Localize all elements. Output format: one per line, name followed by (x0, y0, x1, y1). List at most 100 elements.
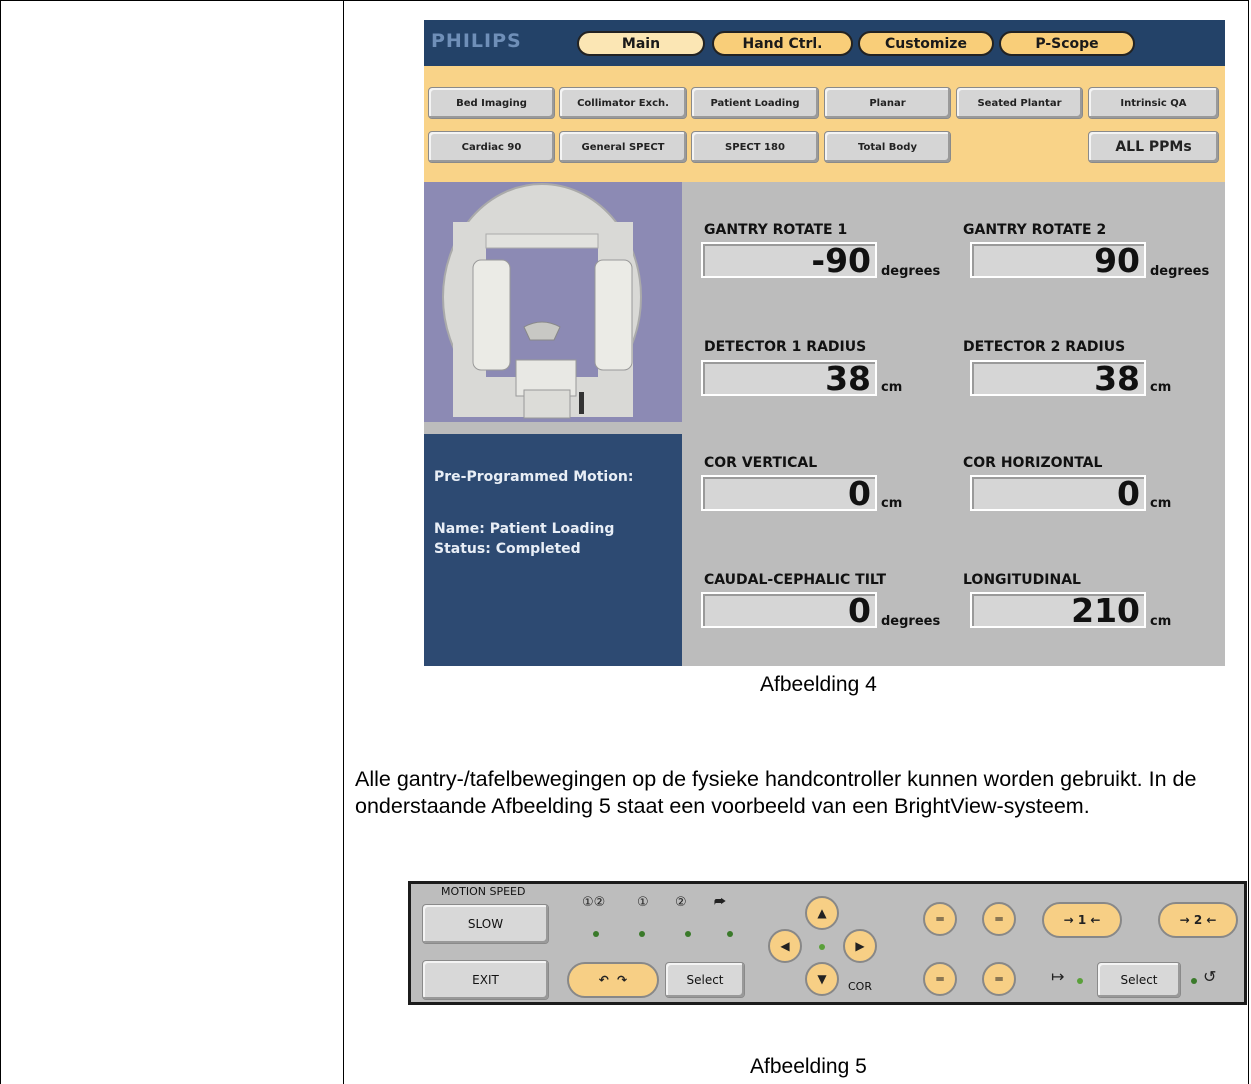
rotate-icon: ↶ ↷ (598, 973, 628, 987)
field-unit: cm (881, 380, 903, 395)
ppm-button-collimator-exch[interactable]: Collimator Exch. (559, 87, 687, 119)
caption-figure-4: Afbeelding 4 (760, 673, 877, 696)
select-button-1[interactable]: Select (665, 962, 745, 998)
rotate-back-icon: ↺ (1203, 967, 1217, 986)
led-indicator (819, 944, 825, 950)
led-indicator (685, 931, 691, 937)
select-button-2[interactable]: Select (1097, 962, 1181, 998)
field-unit: degrees (1150, 264, 1210, 279)
table-in-button[interactable]: ═ (982, 902, 1016, 936)
ppm-button-zone: Bed Imaging Collimator Exch. Patient Loa… (424, 66, 1225, 182)
detector-1-icon[interactable]: ① (637, 895, 649, 910)
led-indicator (727, 931, 733, 937)
table-icon[interactable]: ⮫ (714, 895, 726, 910)
detector-1-label: 1 (1077, 913, 1087, 927)
gantry-illustration (442, 183, 642, 419)
table-out-icon: ═ (995, 972, 1003, 986)
arrows-out-icon: ← (1090, 913, 1101, 927)
rotate-button[interactable]: ↶ ↷ (567, 962, 659, 998)
all-ppms-button[interactable]: ALL PPMs (1088, 131, 1219, 163)
field-value: 0 (1117, 474, 1140, 513)
body-paragraph: Alle gantry-/tafelbewegingen op de fysie… (355, 767, 1197, 818)
ppm-button-bed-imaging[interactable]: Bed Imaging (428, 87, 555, 119)
ppm-button-spect-180[interactable]: SPECT 180 (691, 131, 819, 163)
ppm-button-seated-plantar[interactable]: Seated Plantar (956, 87, 1083, 119)
detector-2-icon[interactable]: ② (675, 895, 687, 910)
arrows-in-icon: → (1063, 913, 1074, 927)
ppm-name: Name: Patient Loading (434, 521, 615, 537)
arrow-down-icon: ▼ (817, 972, 827, 986)
ppm-button-total-body[interactable]: Total Body (824, 131, 951, 163)
detector-1-2-icon[interactable]: ①② (582, 895, 605, 910)
arrow-left-icon: ◀ (780, 939, 790, 953)
gantry-illustration-panel (424, 182, 682, 422)
tab-p-scope[interactable]: P-Scope (999, 31, 1135, 56)
slow-button[interactable]: SLOW (422, 904, 549, 944)
hand-controller-screen: MOTION SPEED SLOW EXIT ①② ① ② ⮫ ↶ ↷ Sele… (408, 881, 1247, 1005)
field-longitudinal: 210 (970, 591, 1146, 630)
field-gantry-rotate-1: -90 (701, 241, 877, 280)
gantry-control-screen: PHILIPS Main Hand Ctrl. Customize P-Scop… (424, 20, 1225, 666)
caption-figure-5: Afbeelding 5 (750, 1055, 867, 1078)
tab-main[interactable]: Main (577, 31, 705, 56)
detector-2-label: 2 (1193, 913, 1203, 927)
ppm-button-intrinsic-qa[interactable]: Intrinsic QA (1088, 87, 1219, 119)
table-in-icon: ═ (995, 912, 1003, 926)
detector-2-radius-button[interactable]: → 2 ← (1158, 902, 1238, 938)
cor-left-button[interactable]: ◀ (768, 929, 802, 963)
field-value: 38 (1094, 359, 1140, 398)
field-value: -90 (811, 241, 871, 280)
field-label-cor-horizontal: COR HORIZONTAL (963, 455, 1103, 471)
field-value: 210 (1071, 591, 1140, 630)
field-value: 0 (848, 474, 871, 513)
led-indicator (593, 931, 599, 937)
field-label-longitudinal: LONGITUDINAL (963, 572, 1081, 588)
top-bar: PHILIPS Main Hand Ctrl. Customize P-Scop… (424, 20, 1225, 66)
field-unit: cm (1150, 380, 1172, 395)
table-down-button[interactable]: ═ (923, 962, 957, 996)
ppm-button-planar[interactable]: Planar (824, 87, 951, 119)
field-label-caudal-cephalic-tilt: CAUDAL-CEPHALIC TILT (704, 572, 887, 588)
field-label-cor-vertical: COR VERTICAL (704, 455, 818, 471)
field-label-detector-2-radius: DETECTOR 2 RADIUS (963, 339, 1126, 355)
field-cor-horizontal: 0 (970, 474, 1146, 513)
arrow-right-icon: ▶ (855, 939, 865, 953)
led-indicator (639, 931, 645, 937)
field-unit: degrees (881, 614, 941, 629)
table-raise-icon: ═ (936, 912, 944, 926)
arrows-in-icon: → (1179, 913, 1190, 927)
led-indicator (1191, 978, 1197, 984)
philips-logo: PHILIPS (431, 30, 522, 52)
exit-table-icon: ↦ (1051, 967, 1065, 986)
ppm-status-panel: Pre-Programmed Motion: Name: Patient Loa… (424, 434, 682, 666)
cor-down-button[interactable]: ▼ (805, 962, 839, 996)
table-up-button[interactable]: ═ (923, 902, 957, 936)
field-value: 0 (848, 591, 871, 630)
cor-label: COR (848, 980, 872, 993)
tab-hand-ctrl[interactable]: Hand Ctrl. (712, 31, 853, 56)
field-label-gantry-rotate-1: GANTRY ROTATE 1 (704, 222, 848, 238)
field-unit: degrees (881, 264, 941, 279)
field-label-gantry-rotate-2: GANTRY ROTATE 2 (963, 222, 1107, 238)
ppm-status: Status: Completed (434, 541, 581, 557)
ppm-button-patient-loading[interactable]: Patient Loading (691, 87, 819, 119)
field-cor-vertical: 0 (701, 474, 877, 513)
exit-button[interactable]: EXIT (422, 960, 549, 1000)
detector-1-radius-button[interactable]: → 1 ← (1042, 902, 1122, 938)
led-indicator (1077, 978, 1083, 984)
tab-customize[interactable]: Customize (858, 31, 994, 56)
arrow-up-icon: ▲ (817, 906, 827, 920)
ppm-button-general-spect[interactable]: General SPECT (559, 131, 687, 163)
ppm-button-cardiac-90[interactable]: Cardiac 90 (428, 131, 555, 163)
field-unit: cm (1150, 614, 1172, 629)
table-column-divider (343, 0, 344, 1084)
arrows-out-icon: ← (1206, 913, 1217, 927)
cor-right-button[interactable]: ▶ (843, 929, 877, 963)
field-caudal-cephalic-tilt: 0 (701, 591, 877, 630)
ppm-title: Pre-Programmed Motion: (434, 469, 634, 485)
cor-up-button[interactable]: ▲ (805, 896, 839, 930)
table-out-button[interactable]: ═ (982, 962, 1016, 996)
field-value: 38 (825, 359, 871, 398)
table-lower-icon: ═ (936, 972, 944, 986)
field-unit: cm (1150, 496, 1172, 511)
